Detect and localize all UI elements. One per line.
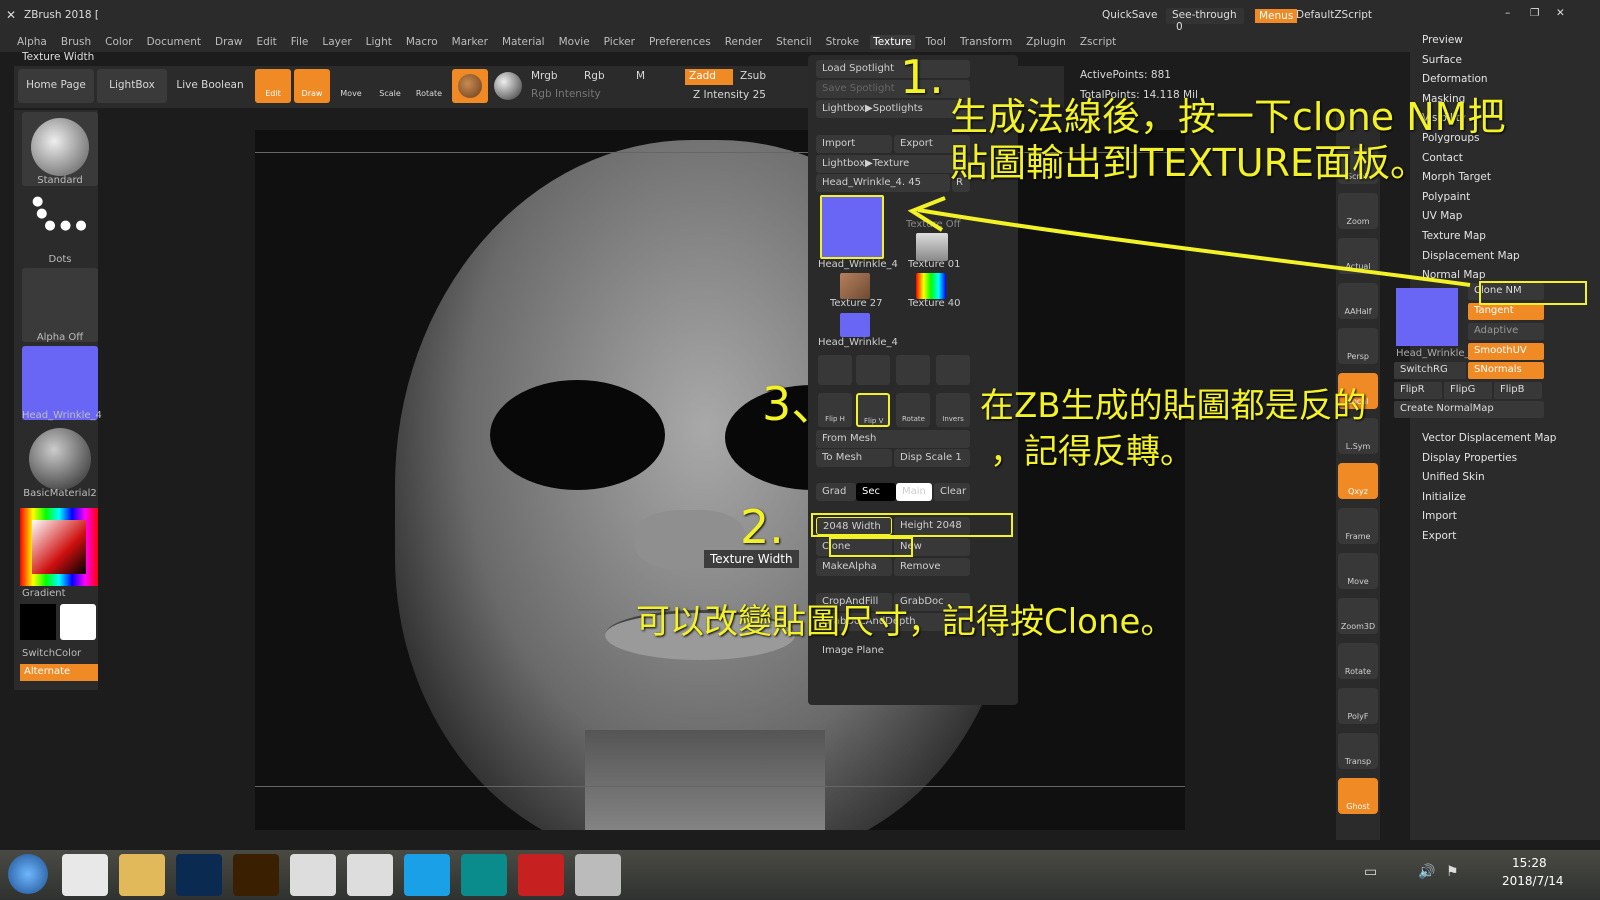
volume-icon[interactable]: 🔊 [1418, 864, 1435, 880]
annotation-step3-number: 3、 [762, 377, 838, 431]
size-highlight [811, 513, 1013, 537]
clock-time: 15:28 [1512, 856, 1547, 870]
chrome-taskbar-icon[interactable] [62, 854, 108, 896]
photoshop-taskbar-icon[interactable] [176, 854, 222, 896]
annotation-step1-number: 1. [900, 50, 944, 104]
maya-taskbar-icon[interactable] [461, 854, 507, 896]
annotation-step3-line1: 在ZB生成的貼圖都是反的 [980, 386, 1367, 426]
illustrator-taskbar-icon[interactable] [233, 854, 279, 896]
clock-date: 2018/7/14 [1502, 874, 1564, 888]
zbrush-taskbar-icon[interactable] [575, 854, 621, 896]
sketchbook-taskbar-icon[interactable] [347, 854, 393, 896]
annotation-step1-line2: 貼圖輸出到TEXTURE面板。 [950, 141, 1429, 185]
annotation-arrow-line [917, 208, 1471, 287]
annotation-step2-text: 可以改變貼圖尺寸，記得按Clone。 [636, 602, 1175, 642]
start-button-icon[interactable] [8, 854, 48, 894]
skype-taskbar-icon[interactable] [404, 854, 450, 896]
clone-highlight [829, 537, 913, 557]
clone-nm-highlight [1479, 281, 1587, 305]
annotation-step2-number: 2. [740, 500, 784, 554]
network-icon[interactable]: ▭ [1364, 864, 1377, 880]
annotation-step3-line2: ，記得反轉。 [990, 432, 1194, 472]
texture-width-tooltip: Texture Width [704, 550, 799, 568]
paint-taskbar-icon[interactable] [290, 854, 336, 896]
flag-icon[interactable]: ⚑ [1446, 864, 1459, 880]
netease-taskbar-icon[interactable] [518, 854, 564, 896]
explorer-taskbar-icon[interactable] [119, 854, 165, 896]
